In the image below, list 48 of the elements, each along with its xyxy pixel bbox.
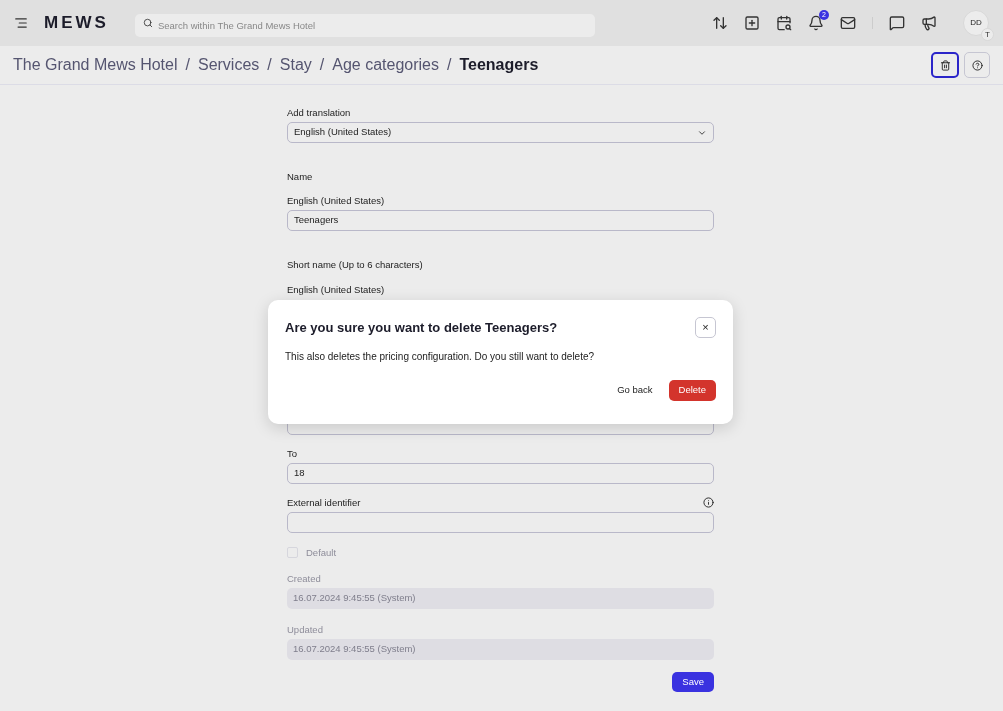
calendar-icon[interactable] bbox=[776, 15, 792, 31]
field-label: To bbox=[287, 448, 298, 459]
close-button[interactable]: × bbox=[695, 317, 716, 338]
field-label: English (United States) bbox=[287, 195, 385, 206]
search-icon bbox=[142, 17, 153, 28]
megaphone-icon[interactable] bbox=[921, 15, 937, 31]
menu-icon[interactable] bbox=[14, 16, 28, 30]
breadcrumb[interactable]: The Grand Mews Hotel bbox=[13, 53, 178, 77]
go-back-button[interactable]: Go back bbox=[607, 380, 663, 401]
language-select[interactable]: English (United States) bbox=[287, 122, 714, 143]
breadcrumb-separator: / bbox=[319, 55, 325, 75]
info-icon[interactable] bbox=[703, 497, 714, 508]
field-label: Updated bbox=[287, 624, 324, 635]
input-field[interactable]: Teenagers bbox=[287, 210, 714, 231]
breadcrumb[interactable]: Age categories bbox=[332, 53, 439, 77]
delete-button[interactable]: Delete bbox=[668, 380, 716, 401]
breadcrumb-separator: / bbox=[185, 55, 190, 75]
breadcrumb-separator: / bbox=[267, 55, 272, 75]
checkbox-label: Default bbox=[306, 547, 337, 558]
trash-icon bbox=[939, 59, 951, 71]
field-label: English (United States) bbox=[287, 284, 386, 295]
input-field[interactable] bbox=[287, 512, 714, 533]
field-label: Created bbox=[287, 573, 322, 584]
section-heading: Name bbox=[287, 171, 314, 182]
help-button[interactable] bbox=[964, 52, 990, 78]
field-label: Add translation bbox=[287, 107, 352, 118]
avatar-badge: T bbox=[981, 28, 994, 41]
help-chat-icon[interactable] bbox=[889, 15, 905, 31]
readonly-field: 16.07.2024 9:45:55 (System) bbox=[287, 588, 714, 609]
dialog-title: Are you sure you want to delete Teenagers? bbox=[285, 318, 558, 337]
readonly-field: 16.07.2024 9:45:55 (System) bbox=[287, 639, 714, 660]
search-field[interactable]: Search within The Grand Mews Hotel bbox=[134, 13, 595, 37]
dialog-message: This also deletes the pricing configuration. Do you still want to delete? bbox=[285, 350, 596, 364]
section-heading: Short name (Up to 6 characters) bbox=[287, 259, 424, 270]
breadcrumb[interactable]: Stay bbox=[279, 53, 312, 77]
add-icon[interactable] bbox=[744, 15, 760, 31]
logo: MEWS bbox=[44, 12, 109, 35]
save-button[interactable]: Save bbox=[672, 672, 714, 692]
line-spacing-icon[interactable] bbox=[712, 15, 728, 31]
help-icon bbox=[971, 59, 983, 71]
notifications-icon[interactable] bbox=[808, 15, 824, 31]
field-label: External identifier bbox=[287, 497, 361, 508]
input-field[interactable]: 18 bbox=[287, 463, 714, 484]
mail-icon[interactable] bbox=[840, 15, 856, 31]
breadcrumb[interactable]: Services bbox=[197, 53, 260, 77]
delete-button[interactable] bbox=[931, 52, 959, 78]
breadcrumb: Teenagers bbox=[459, 55, 539, 75]
breadcrumb-separator: / bbox=[447, 55, 452, 75]
